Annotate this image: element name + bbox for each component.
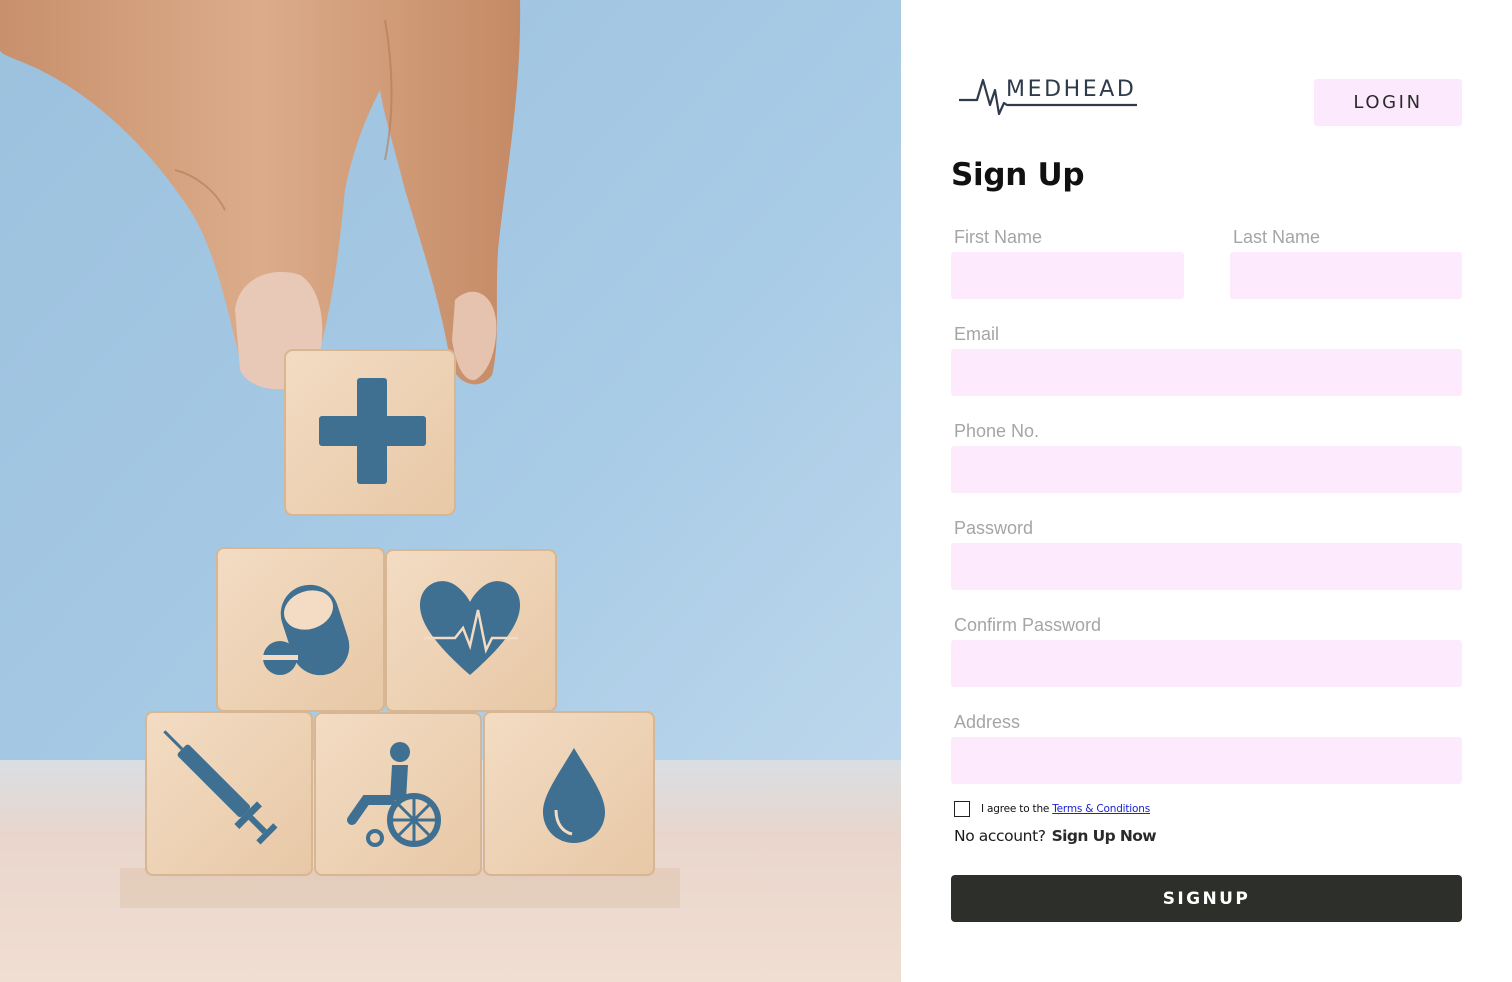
first-name-label: First Name	[954, 227, 1043, 247]
password-label: Password	[954, 518, 1034, 538]
cube-heart	[385, 549, 557, 712]
hero-image	[0, 0, 901, 982]
login-button[interactable]: LOGIN	[1314, 79, 1462, 126]
signup-panel: MEDHEAD LOGIN Sign Up First Name Last Na…	[901, 0, 1512, 982]
terms-link[interactable]: Terms & Conditions	[1052, 803, 1150, 815]
confirm-password-field[interactable]	[951, 640, 1462, 687]
page-title: Sign Up	[951, 157, 1085, 193]
terms-text: I agree to the	[981, 803, 1050, 815]
brand-name: MEDHEAD	[1006, 77, 1137, 102]
cube-plus	[284, 349, 456, 516]
confirm-password-label: Confirm Password	[954, 615, 1102, 635]
last-name-label: Last Name	[1233, 227, 1321, 247]
phone-field[interactable]	[951, 446, 1462, 493]
brand-logo[interactable]: MEDHEAD	[957, 72, 1147, 120]
cube-pill	[216, 547, 385, 712]
first-name-field[interactable]	[951, 252, 1184, 299]
no-account-row: No account? Sign Up Now	[954, 827, 1157, 845]
cube-syringe	[145, 711, 313, 876]
email-label: Email	[954, 324, 1000, 344]
signup-button[interactable]: SIGNUP	[951, 875, 1462, 922]
hero-illustration	[0, 0, 901, 982]
address-field[interactable]	[951, 737, 1462, 784]
no-account-text: No account?	[954, 827, 1046, 845]
last-name-field[interactable]	[1230, 252, 1462, 299]
phone-label: Phone No.	[954, 421, 1040, 441]
cube-wheelchair	[314, 712, 482, 876]
terms-checkbox[interactable]	[954, 801, 970, 817]
cube-drop	[483, 711, 655, 876]
password-field[interactable]	[951, 543, 1462, 590]
address-label: Address	[954, 712, 1021, 732]
email-field[interactable]	[951, 349, 1462, 396]
sign-up-now-link[interactable]: Sign Up Now	[1052, 827, 1157, 845]
terms-row: I agree to the Terms & Conditions	[954, 800, 1150, 818]
